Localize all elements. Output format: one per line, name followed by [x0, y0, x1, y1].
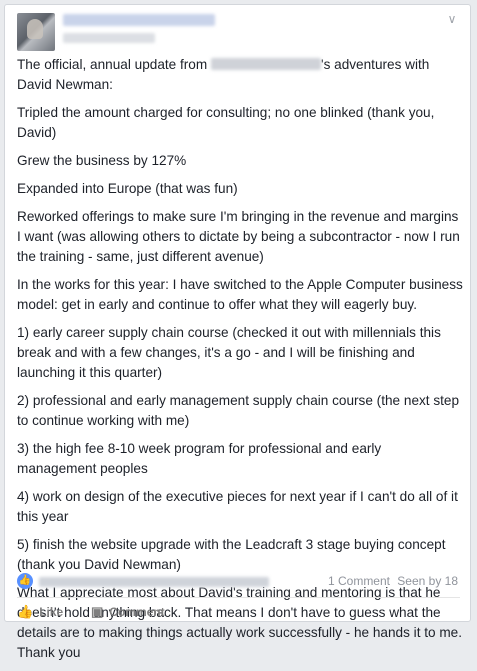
avatar[interactable]	[17, 13, 55, 51]
post-paragraph: 4) work on design of the executive piece…	[17, 489, 458, 524]
redacted-name	[210, 58, 321, 70]
paragraph-text: The official, annual update from	[17, 57, 208, 72]
post-paragraph: Tripled the amount charged for consultin…	[17, 105, 435, 140]
post-paragraph: 2) professional and early management sup…	[17, 393, 460, 428]
post-paragraph: What I appreciate most about David's tra…	[17, 585, 463, 660]
reaction-stats: 👍 1 Comment Seen by 18	[5, 570, 470, 594]
post-paragraph: Expanded into Europe (that was fun)	[17, 181, 238, 196]
thumbs-up-icon: 👍	[17, 604, 34, 619]
post-actions: 👍 Like ▣ Comment	[17, 597, 460, 622]
comments-count-link[interactable]: 1 Comment	[328, 574, 390, 588]
comment-label: Comment	[109, 605, 165, 619]
seen-by-count[interactable]: Seen by 18	[397, 574, 458, 588]
post-meta-redacted	[63, 33, 155, 43]
author-name-redacted[interactable]	[63, 14, 215, 26]
post-paragraph: Grew the business by 127%	[17, 153, 187, 168]
post-paragraph: The official, annual update from 's adve…	[17, 55, 464, 95]
post-header: ∨	[5, 5, 470, 55]
like-button[interactable]: 👍 Like	[17, 604, 63, 620]
post-paragraph: 5) finish the website upgrade with the L…	[17, 537, 446, 572]
like-label: Like	[39, 605, 64, 619]
reactors-redacted[interactable]	[39, 577, 269, 587]
post-card: ∨ The official, annual update from 's ad…	[4, 4, 471, 660]
comment-button[interactable]: ▣ Comment	[91, 604, 165, 620]
avatar-photo	[27, 19, 43, 39]
chevron-down-icon[interactable]: ∨	[444, 11, 460, 27]
speech-bubble-icon: ▣	[91, 604, 104, 619]
post-paragraph: 3) the high fee 8-10 week program for pr…	[17, 441, 382, 476]
thumbs-up-icon[interactable]: 👍	[17, 573, 33, 589]
post-paragraph: 1) early career supply chain course (che…	[17, 325, 441, 380]
post-paragraph: In the works for this year: I have switc…	[17, 277, 463, 312]
post-paragraph: Reworked offerings to make sure I'm brin…	[17, 209, 460, 264]
